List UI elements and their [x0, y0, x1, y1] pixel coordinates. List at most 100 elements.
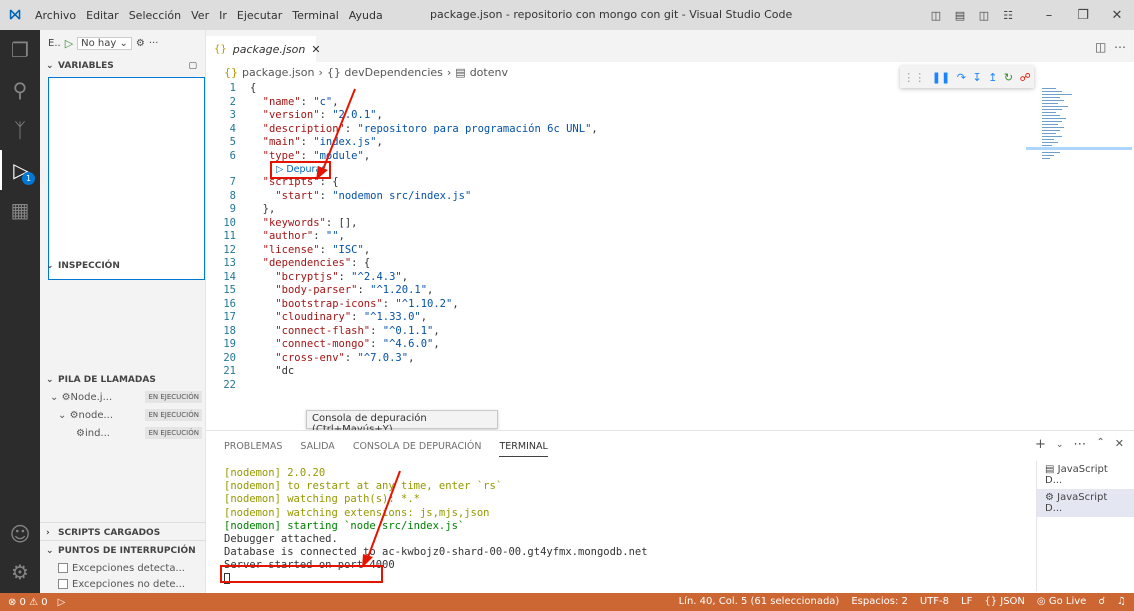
step-over-icon[interactable]: ↷ [957, 71, 966, 84]
code-line[interactable]: 16 "bootstrap-icons": "^1.10.2", [206, 298, 1026, 312]
settings-gear-icon[interactable]: ⚙ [136, 38, 145, 49]
code-line[interactable]: 9 }, [206, 203, 1026, 217]
tab-salida[interactable]: SALIDA [300, 441, 334, 457]
code-text: "scripts": { [262, 176, 339, 188]
source-control-icon[interactable]: ᛉ [0, 110, 40, 150]
menu-ayuda[interactable]: Ayuda [344, 9, 388, 22]
problems-status[interactable]: ⊗ 0 ⚠ 0 [8, 597, 48, 608]
code-line[interactable]: 2 "name": "c", [206, 96, 1026, 110]
menu-archivo[interactable]: Archivo [30, 9, 81, 22]
start-debugging-icon[interactable]: ▷ [65, 37, 73, 50]
code-line[interactable]: 15 "body-parser": "^1.20.1", [206, 284, 1026, 298]
explorer-icon[interactable]: ❐ [0, 30, 40, 70]
code-line[interactable]: 13 "dependencies": { [206, 257, 1026, 271]
collapse-all-icon[interactable]: ▢ [188, 61, 197, 71]
breakpoint-checkbox[interactable] [58, 579, 68, 589]
search-icon[interactable]: ⚲ [0, 70, 40, 110]
code-line[interactable]: 12 "license": "ISC", [206, 244, 1026, 258]
code-line[interactable]: 17 "cloudinary": "^1.33.0", [206, 311, 1026, 325]
launch-config-select[interactable]: No hay ⌄ [77, 36, 132, 50]
breakpoint-item[interactable]: Excepciones detecta... [58, 560, 185, 576]
section-puntos[interactable]: ⌄ PUNTOS DE INTERRUPCIÓN [40, 540, 206, 560]
more-actions-icon[interactable]: ··· [149, 38, 159, 49]
customize-layout-icon[interactable]: ☷ [996, 9, 1020, 22]
code-line[interactable]: 11 "author": "", [206, 230, 1026, 244]
section-scripts[interactable]: › SCRIPTS CARGADOS [40, 522, 206, 542]
minimize-icon[interactable]: – [1032, 8, 1066, 23]
section-inspeccion[interactable]: ⌄ INSPECCIÓN [40, 256, 206, 276]
tab-consola[interactable]: CONSOLA DE DEPURACIÓN [353, 441, 482, 457]
maximize-panel-icon[interactable]: ⌃ [1096, 437, 1104, 452]
step-into-icon[interactable]: ↧ [972, 71, 981, 84]
code-line[interactable]: 4 "description": "repositoro para progra… [206, 123, 1026, 137]
menu-seleccion[interactable]: Selección [124, 9, 186, 22]
debug-status-icon[interactable]: ▷ [58, 597, 66, 608]
language-mode[interactable]: {} JSON [984, 596, 1025, 607]
step-out-icon[interactable]: ↥ [988, 71, 997, 84]
toggle-secondary-sidebar-icon[interactable]: ◫ [972, 9, 996, 22]
feedback-icon[interactable]: ☌ [1098, 596, 1105, 607]
code-line[interactable]: 10 "keywords": [], [206, 217, 1026, 231]
new-terminal-icon[interactable]: + [1035, 437, 1046, 452]
tab-package-json[interactable]: {} package.json ✕ [206, 36, 321, 62]
menu-editar[interactable]: Editar [81, 9, 124, 22]
disconnect-icon[interactable]: ☍ [1020, 71, 1031, 84]
indentation-status[interactable]: Espacios: 2 [851, 596, 908, 607]
toggle-panel-icon[interactable]: ▤ [948, 9, 972, 22]
code-editor[interactable]: 1{2 "name": "c", 3 "version": "2.0.1", 4 "… [206, 82, 1026, 427]
terminal-list-item[interactable]: ▤ JavaScript D... [1037, 461, 1134, 489]
menu-ejecutar[interactable]: Ejecutar [232, 9, 287, 22]
manage-icon[interactable]: ⚙ [0, 552, 40, 592]
more-actions-icon[interactable]: ⋯ [1073, 437, 1086, 452]
account-icon[interactable]: ☺ [0, 514, 40, 554]
toggle-sidebar-icon[interactable]: ◫ [924, 9, 948, 22]
code-line[interactable]: 14 "bcryptjs": "^2.4.3", [206, 271, 1026, 285]
section-variables[interactable]: ⌄ VARIABLES ▢ [40, 56, 205, 76]
restart-icon[interactable]: ↻ [1004, 71, 1013, 84]
code-line[interactable]: 8 "start": "nodemon src/index.js" [206, 190, 1026, 204]
breakpoint-checkbox[interactable] [58, 563, 68, 573]
pause-icon[interactable]: ❚❚ [932, 71, 950, 84]
tab-problemas[interactable]: PROBLEMAS [224, 441, 282, 457]
breadcrumb-item[interactable]: {} devDependencies [327, 66, 443, 79]
code-line[interactable]: 19 "connect-mongo": "^4.6.0", [206, 338, 1026, 352]
code-line[interactable]: 18 "connect-flash": "^0.1.1", [206, 325, 1026, 339]
close-tab-icon[interactable]: ✕ [311, 43, 320, 56]
code-text: "version": "2.0.1", [262, 109, 383, 121]
eol-status[interactable]: LF [961, 596, 972, 607]
menu-terminal[interactable]: Terminal [287, 9, 344, 22]
code-line[interactable]: 22 [206, 379, 1026, 393]
code-line[interactable]: 5 "main": "index.js", [206, 136, 1026, 150]
tab-terminal[interactable]: TERMINAL [499, 441, 548, 457]
extensions-icon[interactable]: ▦ [0, 190, 40, 230]
menu-ver[interactable]: Ver [186, 9, 214, 22]
stack-item[interactable]: ⚙ ind... EN EJECUCIÓN [40, 424, 206, 442]
breadcrumb-item[interactable]: dotenv [470, 66, 508, 79]
go-live-button[interactable]: ◎ Go Live [1037, 596, 1086, 607]
encoding-status[interactable]: UTF-8 [920, 596, 949, 607]
close-panel-icon[interactable]: ✕ [1115, 437, 1124, 452]
menu-ir[interactable]: Ir [214, 9, 232, 22]
cursor-position[interactable]: Lín. 40, Col. 5 (61 seleccionada) [679, 596, 840, 607]
close-icon[interactable]: ✕ [1100, 8, 1134, 23]
code-text: "keywords": [], [262, 216, 358, 229]
breadcrumb-item[interactable]: package.json [242, 66, 314, 79]
code-line[interactable]: 3 "version": "2.0.1", [206, 109, 1026, 123]
stack-item[interactable]: ⌄ ⚙ node... EN EJECUCIÓN [40, 406, 206, 424]
split-editor-icon[interactable]: ◫ [1095, 40, 1106, 54]
more-actions-icon[interactable]: ⋯ [1114, 40, 1126, 54]
code-line[interactable]: 20 "cross-env": "^7.0.3", [206, 352, 1026, 366]
chevron-down-icon[interactable]: ⌄ [1056, 440, 1064, 452]
run-debug-icon[interactable]: ▷ 1 [0, 150, 40, 190]
stack-item[interactable]: ⌄ ⚙ Node.j... EN EJECUCIÓN [40, 388, 206, 406]
minimap[interactable] [1036, 82, 1134, 427]
maximize-icon[interactable]: ❐ [1066, 8, 1100, 23]
drag-handle-icon[interactable]: ⋮⋮ [903, 71, 925, 84]
breakpoint-item[interactable]: Excepciones no dete... [58, 576, 185, 592]
terminal-list-item[interactable]: ⚙ JavaScript D... [1037, 489, 1134, 517]
gear-icon: ⚙ [69, 409, 79, 421]
code-line[interactable]: 21 "dc [206, 365, 1026, 379]
code-line[interactable]: 7 "scripts": { [206, 176, 1026, 190]
notifications-icon[interactable]: ♫ [1117, 596, 1126, 607]
section-pila[interactable]: ⌄ PILA DE LLAMADAS [40, 370, 206, 390]
